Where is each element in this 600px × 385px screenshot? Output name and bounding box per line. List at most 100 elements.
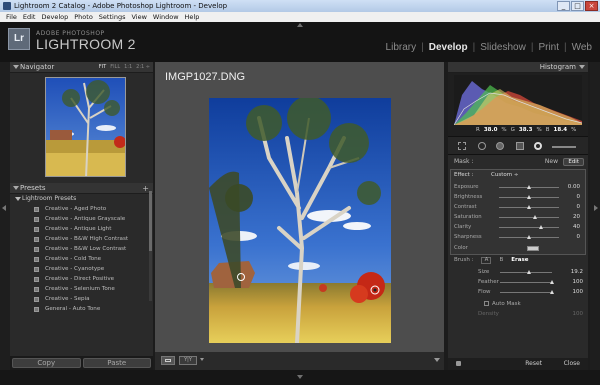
- add-preset-icon[interactable]: +: [142, 183, 149, 194]
- brush-flow-value[interactable]: 100: [573, 289, 584, 295]
- spot-removal-icon[interactable]: [478, 142, 486, 150]
- maximize-button[interactable]: □: [571, 1, 584, 11]
- preset-item[interactable]: Creative - Cold Tone: [10, 254, 153, 264]
- preset-icon: [34, 267, 39, 272]
- slider-knob[interactable]: [550, 280, 554, 284]
- copy-button[interactable]: Copy: [12, 358, 81, 368]
- adjustment-brush-icon[interactable]: [534, 142, 542, 150]
- menu-view[interactable]: View: [131, 12, 146, 22]
- loupe-view-button[interactable]: [161, 356, 175, 365]
- zoom-fit[interactable]: FIT: [99, 62, 106, 73]
- slider-value[interactable]: 0: [577, 194, 581, 200]
- navigator-header[interactable]: Navigator FIT FILL 1:1 2:1 ÷: [10, 62, 153, 73]
- slider-knob[interactable]: [550, 290, 554, 294]
- zoom-1-1[interactable]: 1:1: [124, 62, 132, 73]
- collapse-left-panel-icon[interactable]: [2, 205, 6, 211]
- slider-knob[interactable]: [533, 215, 537, 219]
- presets-scrollbar[interactable]: [149, 191, 152, 301]
- brush-erase-button[interactable]: Erase: [511, 257, 528, 264]
- slider-knob[interactable]: [527, 205, 531, 209]
- brush-size-slider[interactable]: [500, 270, 552, 274]
- slider-knob[interactable]: [539, 225, 543, 229]
- graduated-filter-icon[interactable]: [516, 142, 524, 150]
- contrast-slider[interactable]: [499, 205, 559, 209]
- zoom-2-1[interactable]: 2:1 ÷: [136, 62, 150, 73]
- zoom-fill[interactable]: FILL: [110, 62, 120, 73]
- mask-edit-button[interactable]: Edit: [563, 158, 584, 166]
- brush-flow-slider[interactable]: [500, 290, 554, 294]
- brush-a-button[interactable]: A: [481, 257, 492, 264]
- close-window-button[interactable]: ×: [585, 1, 598, 11]
- scrollbar-thumb[interactable]: [149, 191, 152, 251]
- effect-dropdown[interactable]: Custom ÷: [491, 172, 518, 178]
- brightness-slider[interactable]: [499, 195, 559, 199]
- brush-flow-label: Flow: [478, 289, 491, 295]
- preset-item[interactable]: Creative - Antique Grayscale: [10, 214, 153, 224]
- minimize-button[interactable]: _: [557, 1, 570, 11]
- navigator-thumbnail[interactable]: [45, 77, 126, 177]
- preset-item[interactable]: Creative - Aged Photo: [10, 204, 153, 214]
- slider-knob[interactable]: [527, 185, 531, 189]
- collapse-right-panel-icon[interactable]: [594, 205, 598, 211]
- preset-item[interactable]: Creative - Cyanotype: [10, 264, 153, 274]
- preset-item[interactable]: Creative - Antique Light: [10, 224, 153, 234]
- paste-button[interactable]: Paste: [82, 358, 151, 368]
- slider-value[interactable]: 0: [577, 204, 581, 210]
- color-swatch[interactable]: [527, 246, 539, 251]
- brush-feather-value[interactable]: 100: [573, 279, 584, 285]
- toolbar-options-icon[interactable]: [434, 358, 440, 362]
- slider-knob[interactable]: [527, 235, 531, 239]
- clarity-slider[interactable]: [499, 225, 559, 229]
- mask-new-button[interactable]: New: [545, 155, 558, 169]
- preset-label: Creative - Aged Photo: [45, 206, 107, 212]
- brush-size-slider-icon[interactable]: [552, 146, 576, 148]
- slider-knob[interactable]: [527, 195, 531, 199]
- slider-knob[interactable]: [526, 270, 531, 274]
- collapse-top-panel-icon[interactable]: [297, 23, 303, 27]
- brush-b-button[interactable]: B: [499, 257, 503, 264]
- slider-value[interactable]: 20: [573, 214, 580, 220]
- close-button[interactable]: Close: [564, 360, 580, 367]
- module-develop[interactable]: Develop: [429, 42, 468, 53]
- main-photo[interactable]: [209, 98, 391, 343]
- panel-switch-icon[interactable]: [456, 361, 461, 366]
- module-web[interactable]: Web: [572, 42, 592, 53]
- slider-value[interactable]: 40: [573, 224, 580, 230]
- preset-item[interactable]: Creative - B&W High Contrast: [10, 234, 153, 244]
- slider-value[interactable]: 0: [577, 234, 581, 240]
- crop-tool-icon[interactable]: [458, 142, 466, 150]
- brush-feather-slider[interactable]: [500, 280, 554, 284]
- menu-photo[interactable]: Photo: [74, 12, 93, 22]
- menu-settings[interactable]: Settings: [99, 12, 126, 22]
- slider-value[interactable]: 0.00: [568, 184, 580, 190]
- preset-icon: [34, 207, 39, 212]
- presets-header[interactable]: Presets +: [10, 183, 153, 194]
- disclosure-triangle-icon: [13, 186, 19, 190]
- preset-item[interactable]: Creative - B&W Low Contrast: [10, 244, 153, 254]
- histogram-header[interactable]: Histogram: [448, 62, 588, 73]
- preset-item[interactable]: General - Auto Tone: [10, 304, 153, 314]
- red-eye-icon[interactable]: [496, 142, 504, 150]
- histogram[interactable]: R 38.0% G 38.3% B 18.4%: [448, 73, 588, 137]
- module-print[interactable]: Print: [538, 42, 559, 53]
- menu-develop[interactable]: Develop: [41, 12, 68, 22]
- before-after-button[interactable]: Y|Y: [179, 356, 197, 365]
- module-slideshow[interactable]: Slideshow: [480, 42, 526, 53]
- module-library[interactable]: Library: [386, 42, 417, 53]
- menu-help[interactable]: Help: [185, 12, 200, 22]
- preset-item[interactable]: Creative - Direct Positive: [10, 274, 153, 284]
- sharpness-slider[interactable]: [499, 235, 559, 239]
- preset-group[interactable]: Lightroom Presets: [10, 194, 153, 204]
- exposure-slider[interactable]: [499, 185, 559, 189]
- menu-file[interactable]: File: [6, 12, 17, 22]
- preset-item[interactable]: Creative - Selenium Tone: [10, 284, 153, 294]
- saturation-slider[interactable]: [499, 215, 559, 219]
- brush-size-value[interactable]: 19.2: [571, 269, 583, 275]
- menu-edit[interactable]: Edit: [23, 12, 36, 22]
- auto-mask-checkbox[interactable]: Auto Mask: [484, 301, 521, 307]
- before-after-dropdown-icon[interactable]: [200, 358, 204, 361]
- preset-item[interactable]: Creative - Sepia: [10, 294, 153, 304]
- menu-window[interactable]: Window: [153, 12, 179, 22]
- reset-button[interactable]: Reset: [525, 360, 542, 367]
- collapse-filmstrip-icon[interactable]: [297, 375, 303, 379]
